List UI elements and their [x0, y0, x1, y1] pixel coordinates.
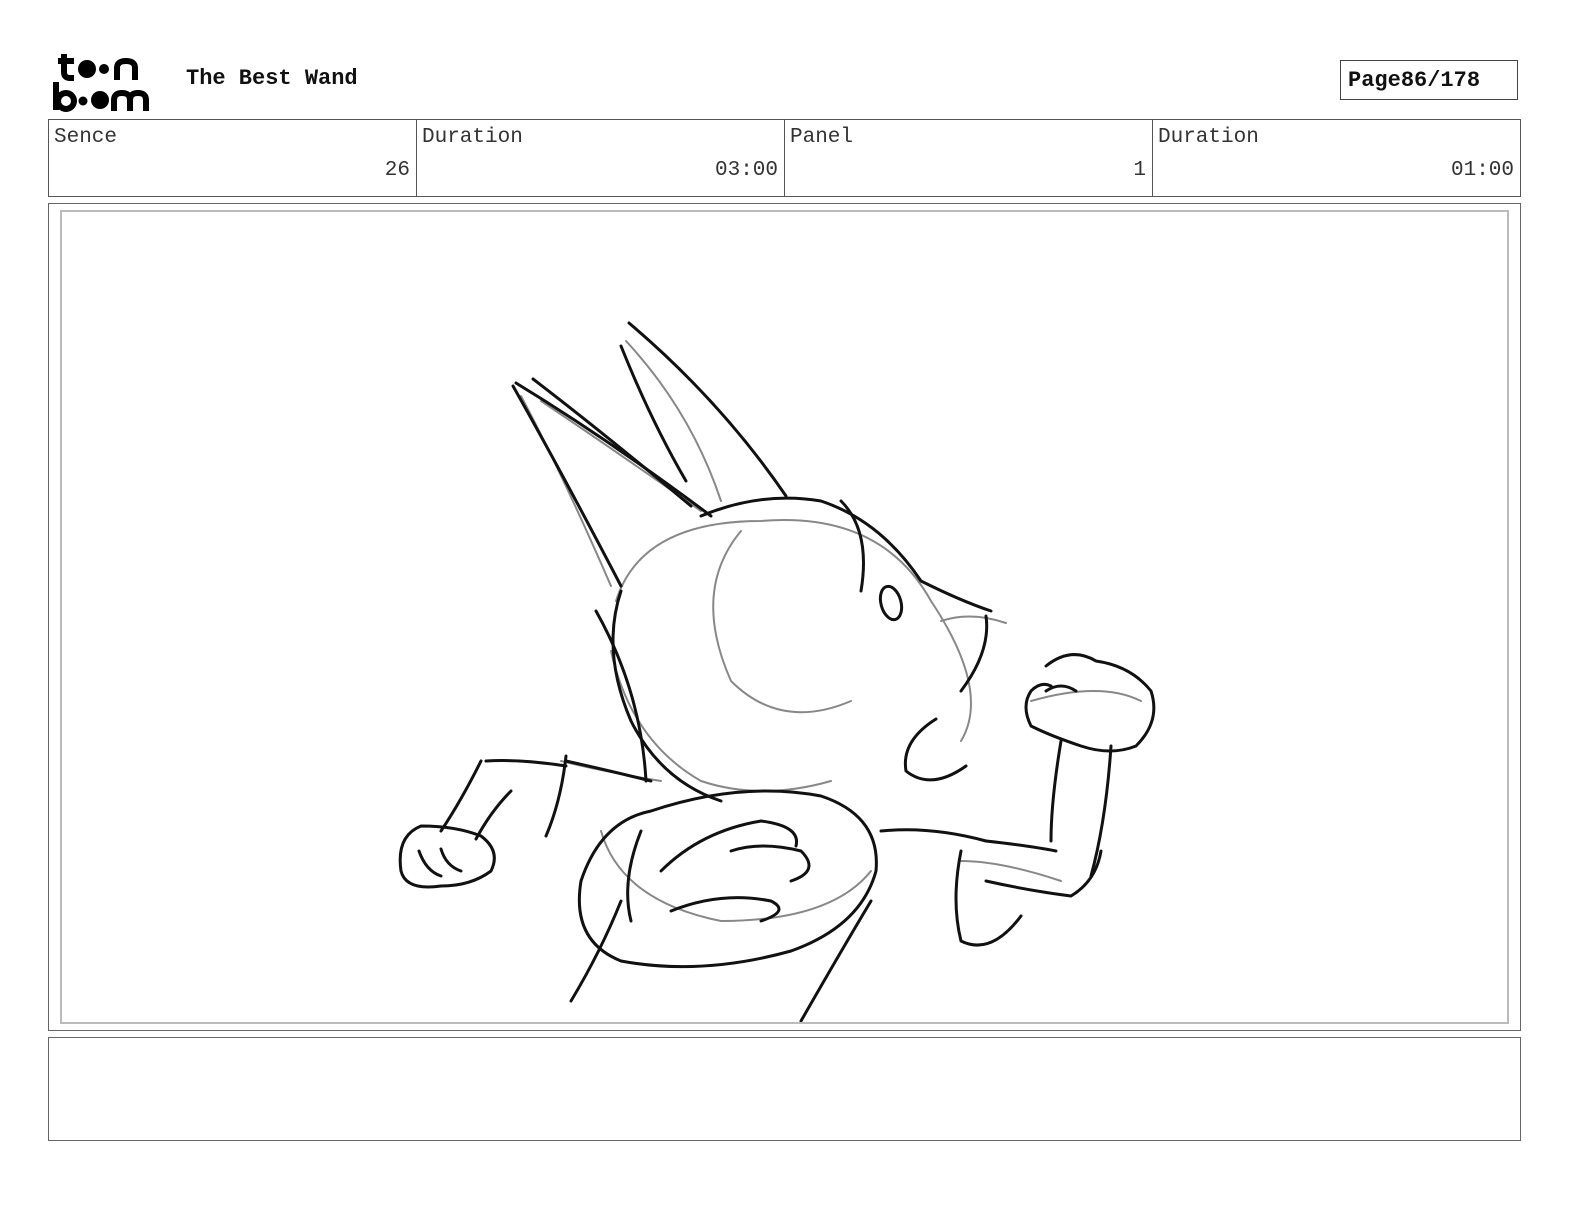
panel-duration-cell: Duration 01:00	[1153, 120, 1520, 196]
page-number: 86/178	[1400, 67, 1481, 93]
page-indicator: Page 86/178	[1340, 60, 1518, 100]
panel-duration-value: 01:00	[1450, 159, 1514, 182]
panel-notes	[48, 1037, 1521, 1141]
panel-info-table: Sence 26 Duration 03:00 Panel 1 Duration…	[48, 119, 1521, 197]
character-sketch	[398, 321, 1156, 1022]
panel-cell: Panel 1	[785, 120, 1153, 196]
scene-label: Sence	[54, 126, 118, 149]
panel-value: 1	[1133, 159, 1146, 182]
page-label: Page	[1348, 67, 1401, 93]
scene-duration-label: Duration	[422, 126, 523, 149]
scene-value: 26	[384, 159, 410, 182]
scene-cell: Sence 26	[49, 120, 417, 196]
scene-duration-cell: Duration 03:00	[417, 120, 785, 196]
storyboard-title: The Best Wand	[186, 66, 358, 91]
panel-frame	[48, 203, 1521, 1031]
panel-label: Panel	[790, 126, 854, 149]
scene-duration-value: 03:00	[714, 159, 778, 182]
panel-duration-label: Duration	[1158, 126, 1259, 149]
panel-image-area	[60, 210, 1509, 1024]
toon-boom-logo	[53, 54, 149, 112]
